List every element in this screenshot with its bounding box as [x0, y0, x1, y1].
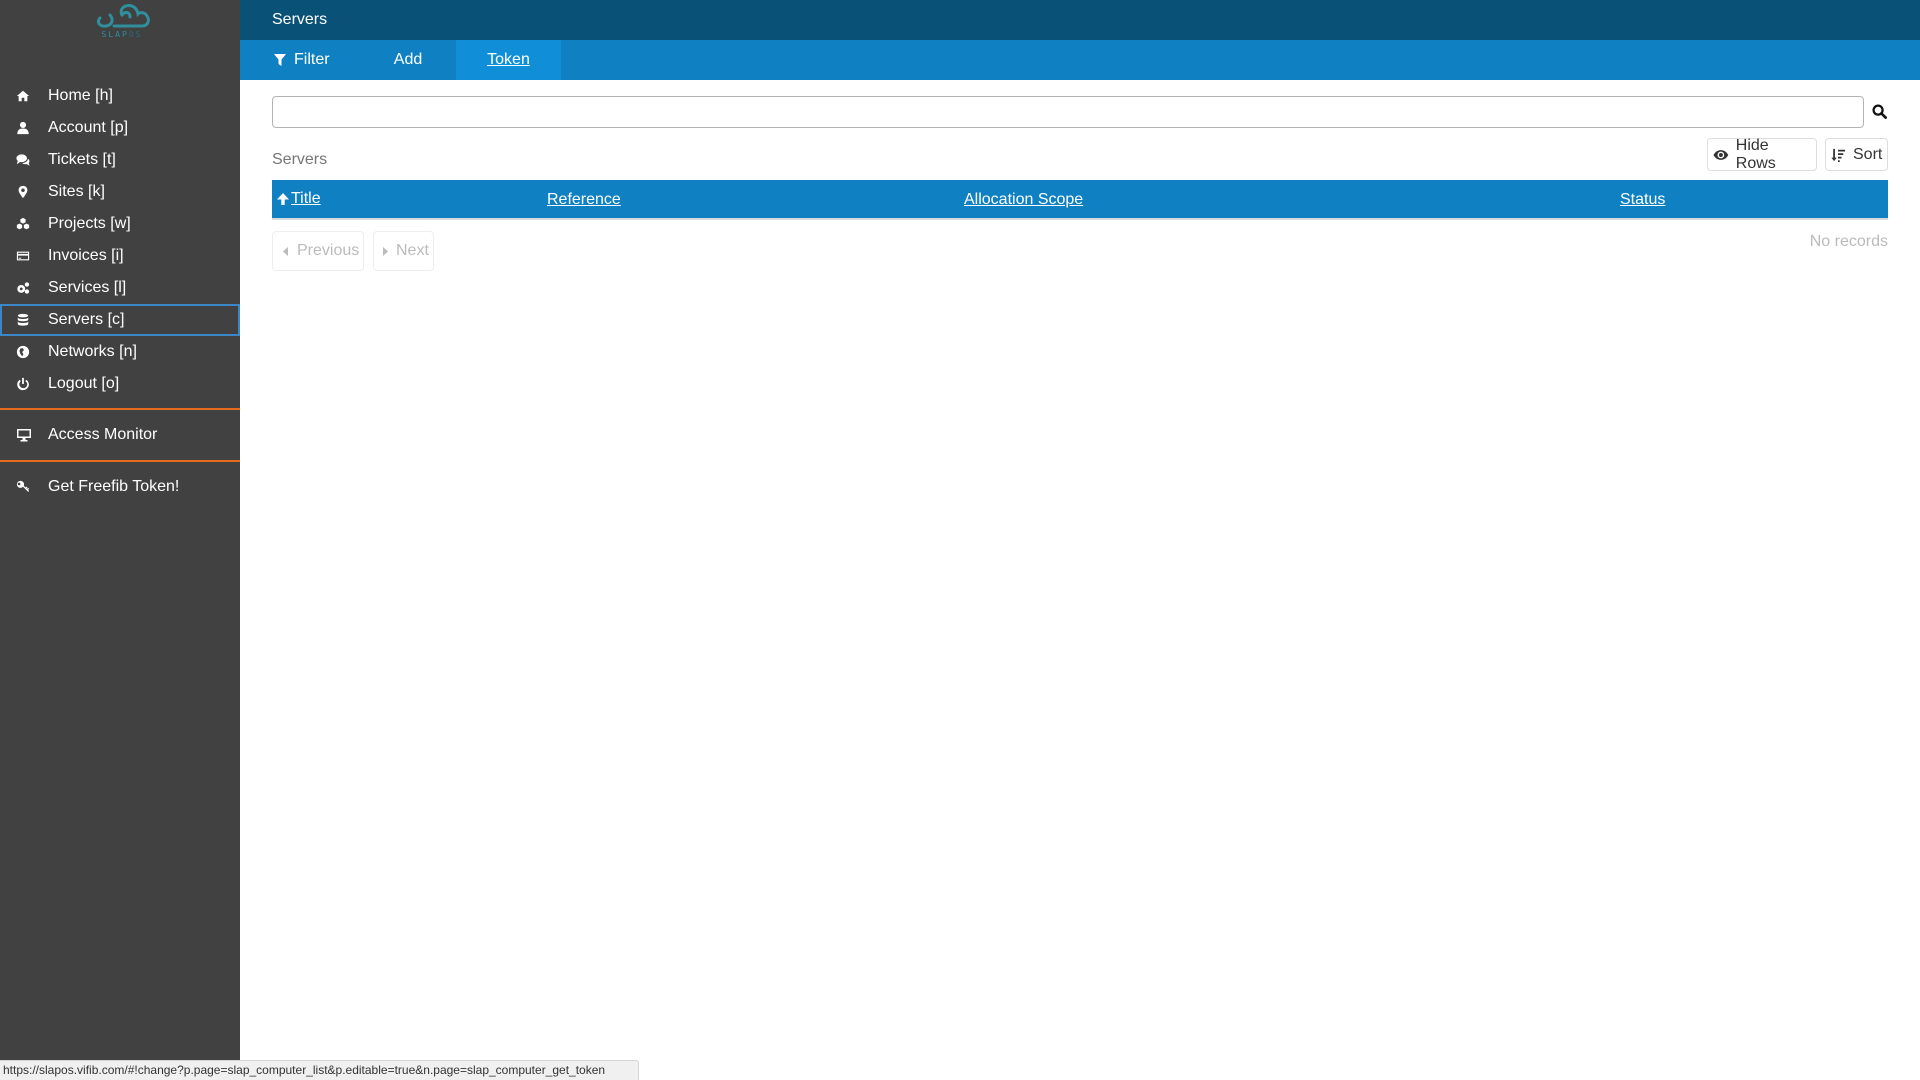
- list-title: Servers: [272, 151, 328, 168]
- search-button[interactable]: [1872, 104, 1888, 120]
- map-marker-icon: [2, 185, 48, 199]
- sidebar-item-label: Tickets [t]: [48, 151, 116, 168]
- search-icon: [1872, 104, 1887, 119]
- sidebar-item-home[interactable]: Home [h]: [0, 80, 240, 112]
- sidebar-item-access-monitor[interactable]: Access Monitor: [0, 418, 240, 452]
- sidebar-item-servers[interactable]: Servers [c]: [0, 304, 240, 336]
- logo-wordmark: SLAPOS: [92, 30, 152, 39]
- tab-label: Filter: [294, 51, 330, 68]
- sidebar-item-projects[interactable]: Projects [w]: [0, 208, 240, 240]
- tab-label: Add: [393, 51, 423, 68]
- sidebar-item-label: Networks [n]: [48, 343, 137, 360]
- globe-icon: [2, 345, 48, 359]
- caret-right-icon: [383, 246, 388, 256]
- hide-rows-label: Hide Rows: [1735, 136, 1776, 172]
- page-title: Servers: [272, 11, 328, 28]
- table-header: Title Reference Allocation Scope Status: [272, 180, 1888, 220]
- search-row: [272, 96, 1888, 128]
- action-tabs: Filter Add Token: [240, 40, 1920, 80]
- home-icon: [2, 89, 48, 103]
- user-icon: [2, 121, 48, 135]
- sidebar-item-label: Sites [k]: [48, 183, 105, 200]
- credit-card-icon: [2, 249, 48, 263]
- sort-label: Sort: [1853, 145, 1883, 163]
- search-input[interactable]: [272, 96, 1864, 128]
- cubes-icon: [2, 217, 48, 231]
- next-label: Next: [396, 242, 429, 259]
- sidebar-item-networks[interactable]: Networks [n]: [0, 336, 240, 368]
- sidebar-item-label: Services [l]: [48, 279, 127, 296]
- column-header-allocation-scope[interactable]: Allocation Scope: [964, 180, 1083, 218]
- column-header-reference[interactable]: Reference: [547, 180, 621, 218]
- column-header-label: Title: [291, 190, 321, 207]
- sidebar-item-label: Account [p]: [48, 119, 129, 136]
- filter-icon: [274, 54, 294, 66]
- sidebar-item-logout[interactable]: Logout [o]: [0, 368, 240, 400]
- sidebar-item-label: Get Freefib Token!: [48, 478, 180, 495]
- column-header-status[interactable]: Status: [1620, 180, 1665, 218]
- sidebar-item-label: Home [h]: [48, 87, 113, 104]
- eye-icon: [1713, 149, 1729, 160]
- sidebar-item-label: Logout [o]: [48, 375, 120, 392]
- hide-rows-button[interactable]: Hide Rows: [1707, 136, 1817, 172]
- tab-filter[interactable]: Filter: [240, 40, 360, 80]
- previous-label: Previous: [297, 242, 360, 259]
- database-icon: [2, 313, 48, 327]
- link-preview-status-bar: https://slapos.vifib.com/#!change?p.page…: [0, 1060, 639, 1080]
- sort-button[interactable]: Sort: [1825, 138, 1888, 171]
- key-icon: [2, 480, 48, 494]
- sidebar-item-invoices[interactable]: Invoices [i]: [0, 240, 240, 272]
- tab-token[interactable]: Token: [456, 40, 561, 80]
- sidebar-item-label: Access Monitor: [48, 426, 158, 443]
- caret-left-icon: [283, 246, 288, 256]
- sidebar-nav: Home [h] Account [p] Tickets [t] Sites […: [0, 80, 240, 504]
- sidebar-item-label: Invoices [i]: [48, 247, 124, 264]
- sidebar-item-label: Projects [w]: [48, 215, 131, 232]
- sidebar: SLAPOS Home [h] Account [p] Tickets [t] …: [0, 0, 240, 1080]
- power-icon: [2, 377, 48, 391]
- slapos-logo[interactable]: SLAPOS: [92, 0, 152, 42]
- column-header-title[interactable]: Title: [276, 180, 321, 218]
- comments-icon: [2, 153, 48, 167]
- logo-text-os: OS: [128, 30, 143, 39]
- sort-amount-icon: [1831, 148, 1845, 162]
- sidebar-item-account[interactable]: Account [p]: [0, 112, 240, 144]
- page-header: Servers: [240, 0, 1920, 40]
- arrow-up-icon: [277, 193, 289, 205]
- cloud-logo-icon: [96, 4, 150, 28]
- tab-add[interactable]: Add: [360, 40, 456, 80]
- desktop-icon: [2, 427, 48, 443]
- logo-text-slap: SLAP: [101, 30, 129, 39]
- tab-label: Token: [487, 51, 530, 68]
- sidebar-item-label: Servers [c]: [48, 311, 125, 328]
- sidebar-item-sites[interactable]: Sites [k]: [0, 176, 240, 208]
- previous-page-button[interactable]: Previous: [272, 231, 364, 271]
- sidebar-item-get-freefib-token[interactable]: Get Freefib Token!: [0, 470, 240, 504]
- cogs-icon: [2, 281, 48, 295]
- sidebar-item-services[interactable]: Services [l]: [0, 272, 240, 304]
- next-page-button[interactable]: Next: [373, 231, 434, 271]
- sidebar-separator: [0, 408, 240, 410]
- sidebar-separator: [0, 460, 240, 462]
- no-records-text: No records: [1809, 233, 1888, 250]
- sidebar-item-tickets[interactable]: Tickets [t]: [0, 144, 240, 176]
